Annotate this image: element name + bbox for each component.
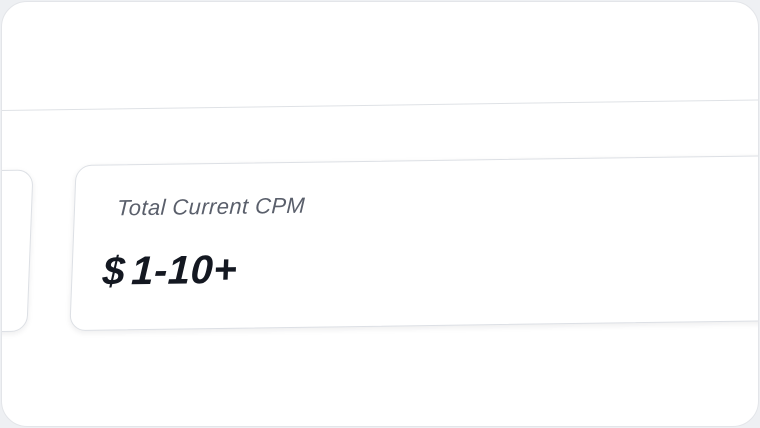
section-divider xyxy=(2,98,758,112)
currency-symbol: $ xyxy=(101,249,127,294)
previous-metric-card[interactable] xyxy=(2,169,34,334)
metric-value-text: 1-10+ xyxy=(130,247,239,294)
screenshot-frame: Total Current CPM $1-10+ xyxy=(1,1,759,427)
dashboard-scene: Total Current CPM $1-10+ xyxy=(2,2,758,426)
metric-value: $1-10+ xyxy=(102,248,238,295)
total-current-cpm-card[interactable]: Total Current CPM $1-10+ xyxy=(69,154,758,332)
metric-label: Total Current CPM xyxy=(116,192,306,221)
